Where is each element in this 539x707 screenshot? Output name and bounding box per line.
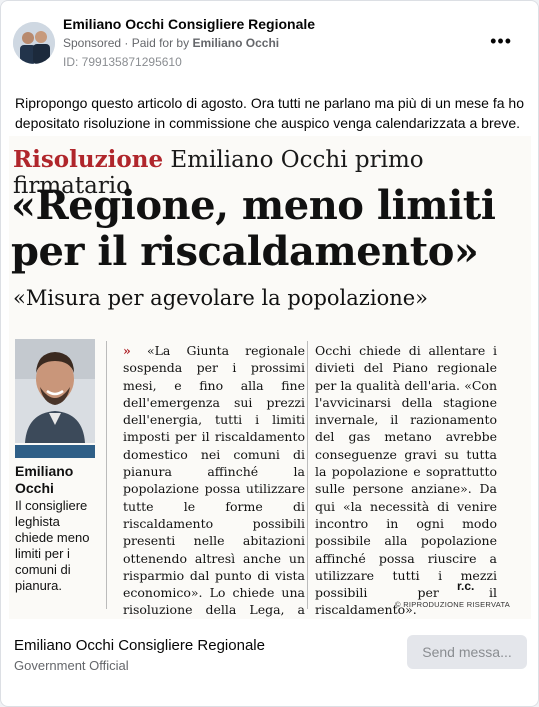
sidebar-color-stripe [15, 445, 95, 458]
post-header: Emiliano Occhi Consigliere Regionale Spo… [13, 15, 526, 75]
article-headline: «Regione, meno limiti per il riscaldamen… [11, 182, 496, 275]
post-caption: Ripropongo questo articolo di agosto. Or… [15, 95, 524, 131]
newspaper-clipping-image[interactable]: Risoluzione Emiliano Occhi primo firmata… [9, 136, 531, 619]
paragraph-marker: » [123, 343, 131, 358]
reproduction-notice: © RIPRODUZIONE RISERVATA [395, 600, 511, 609]
kicker-label: Risoluzione [13, 146, 164, 173]
send-message-button[interactable]: Send messa... [407, 635, 527, 669]
sponsored-label[interactable]: Sponsored [63, 36, 121, 50]
page-avatar[interactable] [13, 22, 55, 64]
separator-dot: · [124, 36, 132, 50]
author-photo [15, 339, 95, 443]
paid-by-name[interactable]: Emiliano Occhi [192, 36, 279, 50]
sponsored-post-card: Emiliano Occhi Consigliere Regionale Spo… [0, 0, 539, 707]
article-subheadline: «Misura per agevolare la popolazione» [13, 286, 429, 310]
column-divider [106, 341, 107, 609]
sidebar-name: Emiliano Occhi [15, 463, 74, 496]
author-initials: r.c. [457, 579, 475, 593]
sidebar-description: Il consigliere leghista chiede meno limi… [15, 498, 90, 593]
footer-page-name[interactable]: Emiliano Occhi Consigliere Regionale [14, 637, 265, 654]
footer-page-category: Government Official [14, 658, 129, 673]
sponsored-line: Sponsored · Paid for by Emiliano Occhi [63, 36, 279, 50]
column-1-text: «La Giunta regionale sospenda per i pros… [123, 343, 305, 618]
ad-id: ID: 799135871295610 [63, 55, 182, 69]
paid-by-label: Paid for by [131, 36, 190, 50]
article-column-2: Occhi chiede di allentare i divieti del … [315, 343, 497, 618]
article-column-1: » «La Giunta regionale sospenda per i pr… [123, 342, 305, 619]
column-divider [307, 341, 308, 609]
more-options-icon[interactable]: ••• [490, 31, 512, 52]
page-name-link[interactable]: Emiliano Occhi Consigliere Regionale [63, 16, 315, 32]
